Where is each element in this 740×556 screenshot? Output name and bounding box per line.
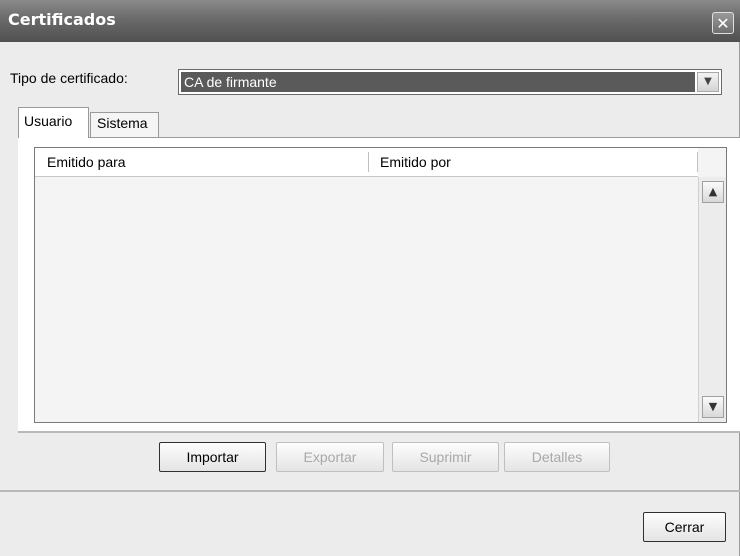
certificates-list[interactable]: Emitido para Emitido por ▲ ▼ <box>34 147 727 423</box>
tab-usuario-label: Usuario <box>24 113 73 129</box>
import-button[interactable]: Importar <box>159 442 266 472</box>
details-button-label: Detalles <box>531 449 583 465</box>
column-separator <box>697 152 698 172</box>
tab-sistema-label: Sistema <box>97 115 148 131</box>
window-title: Certificados <box>8 10 116 29</box>
close-dialog-button-label: Cerrar <box>664 519 705 535</box>
close-button[interactable]: ✕ <box>712 12 734 34</box>
vertical-scrollbar[interactable]: ▲ ▼ <box>698 177 726 422</box>
delete-button[interactable]: Suprimir <box>392 442 499 472</box>
divider <box>18 431 740 433</box>
scroll-up-button[interactable]: ▲ <box>702 181 724 203</box>
title-bar[interactable]: Certificados ✕ <box>0 0 740 42</box>
chevron-down-icon: ▼ <box>708 400 718 413</box>
chevron-up-icon: ▲ <box>708 185 718 198</box>
scroll-down-button[interactable]: ▼ <box>702 396 724 418</box>
certificate-type-label: Tipo de certificado: <box>10 70 128 86</box>
certificates-dialog: Certificados ✕ Tipo de certificado: CA d… <box>0 0 740 556</box>
column-header-emitido-para[interactable]: Emitido para <box>47 148 126 176</box>
export-button-label: Exportar <box>303 449 357 465</box>
list-header: Emitido para Emitido por <box>35 148 698 177</box>
tab-sistema[interactable]: Sistema <box>90 112 159 137</box>
column-separator <box>368 152 369 172</box>
import-button-label: Importar <box>186 449 239 465</box>
dropdown-button[interactable]: ▼ <box>697 72 719 92</box>
delete-button-label: Suprimir <box>419 449 472 465</box>
close-icon: ✕ <box>716 14 730 33</box>
certificate-type-select[interactable]: CA de firmante ▼ <box>178 69 722 95</box>
chevron-down-icon: ▼ <box>704 76 712 87</box>
certificate-type-selected-value: CA de firmante <box>181 72 695 92</box>
divider <box>0 490 740 492</box>
column-header-emitido-por[interactable]: Emitido por <box>380 148 451 176</box>
export-button[interactable]: Exportar <box>276 442 384 472</box>
details-button[interactable]: Detalles <box>504 442 610 472</box>
tab-usuario[interactable]: Usuario <box>18 107 89 138</box>
close-dialog-button[interactable]: Cerrar <box>643 512 726 542</box>
